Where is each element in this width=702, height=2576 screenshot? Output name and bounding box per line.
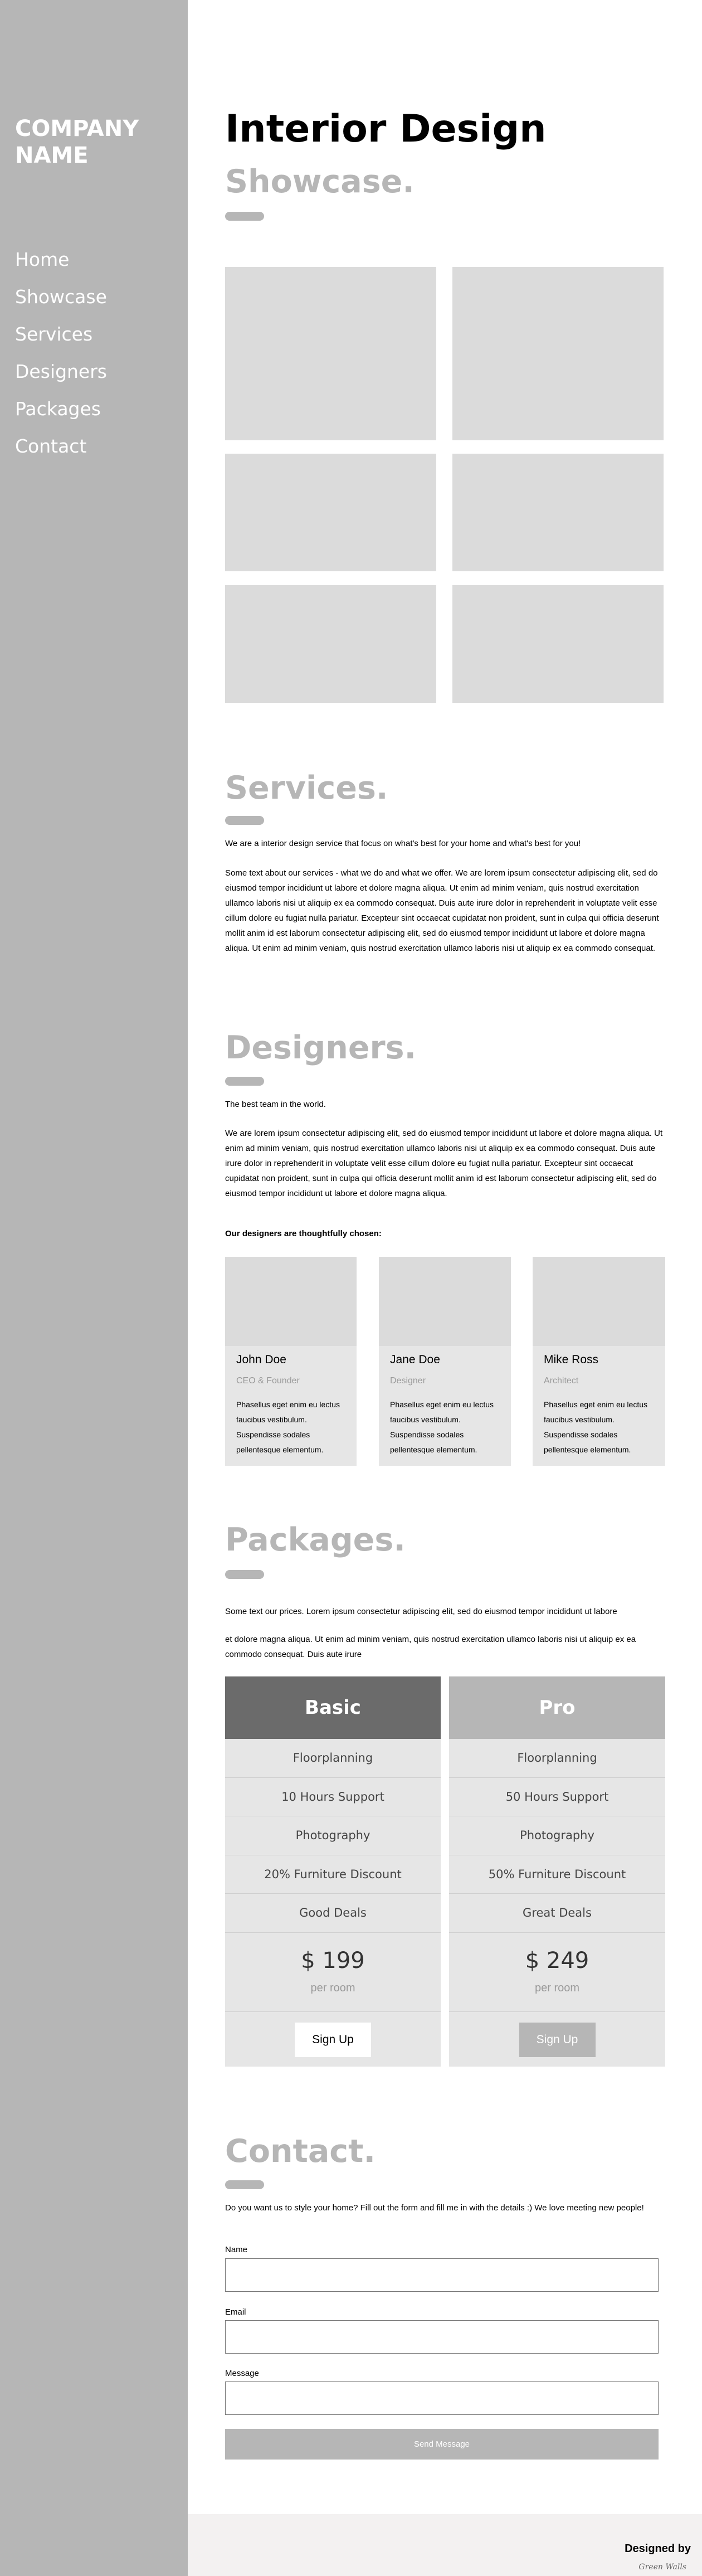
footer: Designed by Green Walls bbox=[188, 2514, 702, 2576]
email-label: Email bbox=[225, 2307, 246, 2317]
package-price-area: $ 199 per room bbox=[225, 1933, 441, 2012]
email-field[interactable] bbox=[225, 2320, 659, 2354]
designer-role: CEO & Founder bbox=[236, 1376, 300, 1386]
designer-role: Designer bbox=[390, 1376, 426, 1386]
nav-services[interactable]: Services bbox=[15, 323, 107, 361]
designer-description: Phasellus eget enim eu lectus faucibus v… bbox=[236, 1400, 340, 1454]
showcase-image-5 bbox=[225, 585, 436, 703]
designer-signature: Green Walls bbox=[638, 2563, 686, 2572]
package-feature: Good Deals bbox=[225, 1894, 441, 1933]
package-title: Pro bbox=[449, 1676, 665, 1739]
package-basic: Basic Floorplanning 10 Hours Support Pho… bbox=[225, 1676, 441, 2067]
package-feature: Great Deals bbox=[449, 1894, 665, 1933]
package-feature: 20% Furniture Discount bbox=[225, 1855, 441, 1894]
services-body: Some text about our services - what we d… bbox=[225, 868, 659, 953]
designers-body: We are lorem ipsum consectetur adipiscin… bbox=[225, 1129, 663, 1198]
services-heading: Services. bbox=[225, 770, 388, 806]
signup-button-basic[interactable]: Sign Up bbox=[295, 2022, 371, 2057]
designer-description: Phasellus eget enim eu lectus faucibus v… bbox=[390, 1400, 494, 1454]
package-title: Basic bbox=[225, 1676, 441, 1739]
services-underline bbox=[225, 816, 264, 825]
designer-name: Mike Ross bbox=[544, 1353, 599, 1366]
designed-by: Designed by bbox=[625, 2543, 691, 2555]
package-feature: 50% Furniture Discount bbox=[449, 1855, 665, 1894]
company-name: COMPANY NAME bbox=[15, 116, 139, 168]
designers-chosen: Our designers are thoughtfully chosen: bbox=[225, 1229, 382, 1238]
services-intro: We are a interior design service that fo… bbox=[225, 839, 581, 848]
designer-photo bbox=[533, 1257, 665, 1346]
showcase-heading: Showcase. bbox=[225, 163, 415, 200]
designer-card-3: Mike Ross Architect Phasellus eget enim … bbox=[533, 1257, 665, 1466]
designer-card-1: John Doe CEO & Founder Phasellus eget en… bbox=[225, 1257, 357, 1466]
nav-showcase[interactable]: Showcase bbox=[15, 286, 107, 323]
designers-heading: Designers. bbox=[225, 1029, 417, 1066]
showcase-underline bbox=[225, 212, 264, 221]
designer-photo bbox=[379, 1257, 511, 1346]
nav-home[interactable]: Home bbox=[15, 249, 107, 286]
showcase-image-4 bbox=[452, 454, 664, 571]
designer-name: Jane Doe bbox=[390, 1353, 440, 1366]
package-price-area: $ 249 per room bbox=[449, 1933, 665, 2012]
nav-designers[interactable]: Designers bbox=[15, 361, 107, 398]
designer-name: John Doe bbox=[236, 1353, 286, 1366]
package-feature: 10 Hours Support bbox=[225, 1778, 441, 1816]
packages-underline bbox=[225, 1570, 264, 1579]
designers-underline bbox=[225, 1077, 264, 1086]
package-pro: Pro Floorplanning 50 Hours Support Photo… bbox=[449, 1676, 665, 2067]
package-feature: 50 Hours Support bbox=[449, 1778, 665, 1816]
showcase-image-2 bbox=[452, 267, 664, 440]
packages-body: et dolore magna aliqua. Ut enim ad minim… bbox=[225, 1635, 636, 1659]
package-feature: Photography bbox=[225, 1816, 441, 1855]
signup-button-pro[interactable]: Sign Up bbox=[519, 2022, 596, 2057]
showcase-image-6 bbox=[452, 585, 664, 703]
message-field[interactable] bbox=[225, 2381, 659, 2415]
showcase-image-3 bbox=[225, 454, 436, 571]
packages-intro: Some text our prices. Lorem ipsum consec… bbox=[225, 1607, 617, 1616]
name-field[interactable] bbox=[225, 2258, 659, 2292]
contact-intro: Do you want us to style your home? Fill … bbox=[225, 2203, 644, 2213]
designers-intro: The best team in the world. bbox=[225, 1100, 326, 1109]
nav-contact[interactable]: Contact bbox=[15, 435, 107, 473]
package-per: per room bbox=[534, 1981, 580, 1994]
package-feature: Floorplanning bbox=[449, 1739, 665, 1778]
message-label: Message bbox=[225, 2369, 259, 2378]
package-price: $ 199 bbox=[301, 1947, 365, 1974]
packages-heading: Packages. bbox=[225, 1522, 406, 1558]
contact-heading: Contact. bbox=[225, 2133, 376, 2170]
designer-card-2: Jane Doe Designer Phasellus eget enim eu… bbox=[379, 1257, 511, 1466]
designer-role: Architect bbox=[544, 1376, 579, 1386]
designer-photo bbox=[225, 1257, 357, 1346]
package-feature: Floorplanning bbox=[225, 1739, 441, 1778]
package-per: per room bbox=[310, 1981, 355, 1994]
sidebar-nav: Home Showcase Services Designers Package… bbox=[15, 249, 107, 473]
page-title: Interior Design bbox=[225, 107, 547, 151]
name-label: Name bbox=[225, 2245, 248, 2254]
contact-underline bbox=[225, 2180, 264, 2189]
showcase-image-1 bbox=[225, 267, 436, 440]
package-feature: Photography bbox=[449, 1816, 665, 1855]
send-message-button[interactable]: Send Message bbox=[225, 2429, 659, 2460]
sidebar: COMPANY NAME Home Showcase Services Desi… bbox=[0, 0, 188, 2576]
nav-packages[interactable]: Packages bbox=[15, 398, 107, 435]
designer-description: Phasellus eget enim eu lectus faucibus v… bbox=[544, 1400, 647, 1454]
package-price: $ 249 bbox=[525, 1947, 589, 1974]
